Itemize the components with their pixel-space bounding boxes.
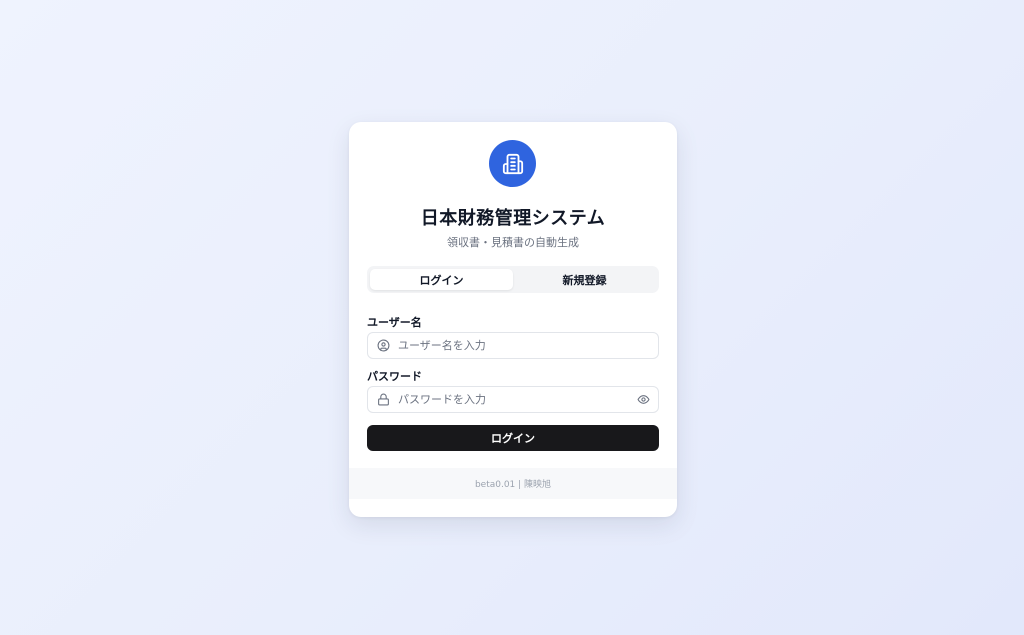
login-button[interactable]: ログイン <box>367 425 659 451</box>
login-card: 日本財務管理システム 領収書・見積書の自動生成 ログイン 新規登録 ユーザー名 … <box>349 122 677 517</box>
eye-icon[interactable] <box>628 386 658 413</box>
password-label: パスワード <box>367 370 422 383</box>
username-label: ユーザー名 <box>367 316 422 329</box>
password-input[interactable] <box>398 387 628 412</box>
lock-icon <box>368 386 398 413</box>
auth-tabs: ログイン 新規登録 <box>367 266 659 293</box>
page-title: 日本財務管理システム <box>420 208 606 229</box>
building-icon <box>489 140 536 187</box>
username-field-wrapper <box>367 332 659 359</box>
page-subtitle: 領収書・見積書の自動生成 <box>447 236 579 249</box>
version-footer: beta0.01 | 陳映旭 <box>349 468 677 499</box>
tab-register[interactable]: 新規登録 <box>513 269 656 290</box>
username-input[interactable] <box>398 333 658 358</box>
user-circle-icon <box>368 332 398 359</box>
password-field-wrapper <box>367 386 659 413</box>
tab-login[interactable]: ログイン <box>370 269 513 290</box>
